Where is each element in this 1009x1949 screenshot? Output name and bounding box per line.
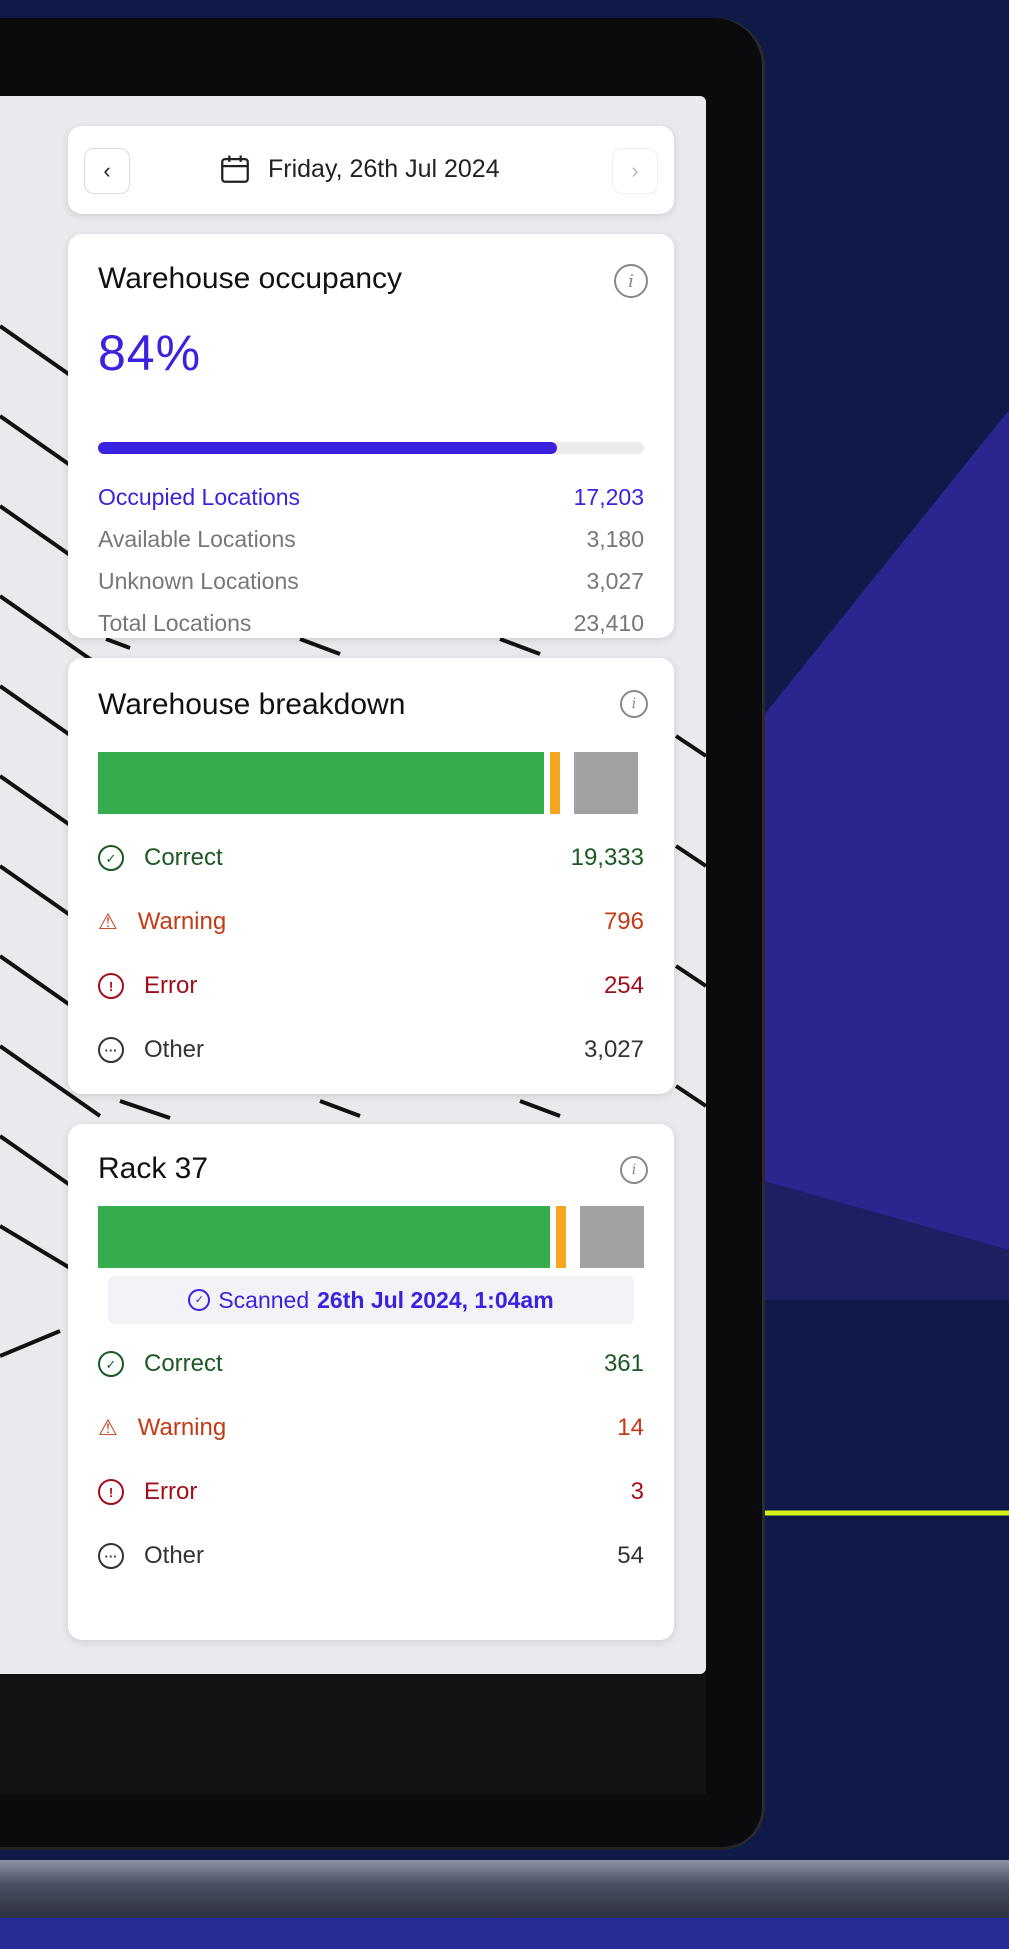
occupied-locations-row: Occupied Locations 17,203 (98, 484, 644, 511)
stat-label: Available Locations (98, 526, 296, 552)
stat-value: 3,027 (586, 568, 644, 594)
breakdown-title: Warehouse breakdown (98, 688, 406, 721)
other-segment (580, 1206, 644, 1268)
breakdown-stacked-bar (98, 752, 644, 814)
warning-triangle-icon: ⚠ (98, 909, 118, 934)
warehouse-breakdown-card: Warehouse breakdown i ✓ Correct 19,333 ⚠ W… (68, 658, 674, 1094)
ellipsis-circle-icon: ··· (98, 1037, 124, 1063)
date-navigator: ‹ Friday, 26th Jul 2024 › (68, 126, 674, 214)
app-screen: ‹ Friday, 26th Jul 2024 › Warehouse occu… (0, 96, 706, 1674)
laptop-bezel (0, 1674, 706, 1794)
stat-label: Unknown Locations (98, 568, 299, 594)
laptop-base (0, 1860, 1009, 1920)
previous-day-button[interactable]: ‹ (84, 148, 130, 194)
status-label: Error (144, 972, 198, 999)
warning-row: ⚠ Warning 14 (98, 1414, 644, 1442)
status-label: Correct (144, 844, 223, 871)
stat-label: Total Locations (98, 610, 252, 636)
occupancy-progress-fill (98, 442, 557, 454)
status-value: 3,027 (583, 1036, 644, 1063)
other-row: ··· Other 3,027 (98, 1036, 644, 1064)
status-value: 54 (617, 1542, 644, 1569)
error-row: ! Error 3 (98, 1478, 644, 1506)
other-row: ··· Other 54 (98, 1542, 644, 1570)
exclamation-circle-icon: ! (98, 1479, 124, 1505)
status-label: Error (144, 1478, 198, 1505)
occupancy-progress-bar (98, 442, 644, 454)
status-label: Other (144, 1036, 205, 1063)
available-locations-row: Available Locations 3,180 (98, 526, 644, 553)
status-value: 254 (603, 972, 644, 999)
status-label: Warning (137, 908, 227, 935)
info-icon[interactable]: i (620, 690, 648, 718)
other-segment (574, 752, 638, 814)
stat-label: Occupied Locations (98, 484, 301, 510)
status-label: Correct (144, 1350, 223, 1377)
occupancy-percent: 84% (98, 325, 202, 381)
status-value: 19,333 (570, 844, 644, 871)
current-date: Friday, 26th Jul 2024 (268, 154, 500, 183)
rack-stacked-bar (98, 1206, 644, 1268)
stat-value: 17,203 (573, 484, 644, 510)
rack-detail-card: Rack 37 i ✓ Scanned 26th Jul 2024, 1:04a… (68, 1124, 674, 1640)
stat-value: 23,410 (573, 610, 644, 636)
unknown-locations-row: Unknown Locations 3,027 (98, 568, 644, 595)
warning-row: ⚠ Warning 796 (98, 908, 644, 936)
status-value: 361 (603, 1350, 644, 1377)
check-circle-icon: ✓ (98, 1351, 124, 1377)
scanned-timestamp: ✓ Scanned 26th Jul 2024, 1:04am (108, 1276, 634, 1324)
check-circle-icon: ✓ (188, 1289, 211, 1311)
correct-row: ✓ Correct 19,333 (98, 844, 644, 872)
warning-triangle-icon: ⚠ (98, 1415, 118, 1440)
error-row: ! Error 254 (98, 972, 644, 1000)
laptop-base-shadow (0, 1918, 1009, 1949)
status-value: 3 (630, 1478, 644, 1505)
scanned-date: 26th Jul 2024, 1:04am (317, 1286, 554, 1313)
correct-segment (98, 1206, 550, 1268)
status-label: Other (144, 1542, 205, 1569)
check-circle-icon: ✓ (98, 845, 124, 871)
status-label: Warning (137, 1414, 227, 1441)
occupancy-title: Warehouse occupancy (98, 262, 403, 295)
info-icon[interactable]: i (614, 264, 648, 298)
next-day-button[interactable]: › (612, 148, 658, 194)
rack-title: Rack 37 (98, 1152, 209, 1185)
correct-row: ✓ Correct 361 (98, 1350, 644, 1378)
status-value: 796 (603, 908, 644, 935)
exclamation-circle-icon: ! (98, 973, 124, 999)
warning-segment (556, 1206, 566, 1268)
warning-segment (550, 752, 560, 814)
info-icon[interactable]: i (620, 1156, 648, 1184)
total-locations-row: Total Locations 23,410 (98, 610, 644, 637)
calendar-icon (221, 155, 249, 183)
ellipsis-circle-icon: ··· (98, 1543, 124, 1569)
correct-segment (98, 752, 544, 814)
scanned-prefix: Scanned (218, 1286, 310, 1313)
stat-value: 3,180 (586, 526, 644, 552)
warehouse-occupancy-card: Warehouse occupancy i 84% Occupied Locat… (68, 234, 674, 638)
date-label: Friday, 26th Jul 2024 (218, 152, 500, 186)
status-value: 14 (617, 1414, 644, 1441)
